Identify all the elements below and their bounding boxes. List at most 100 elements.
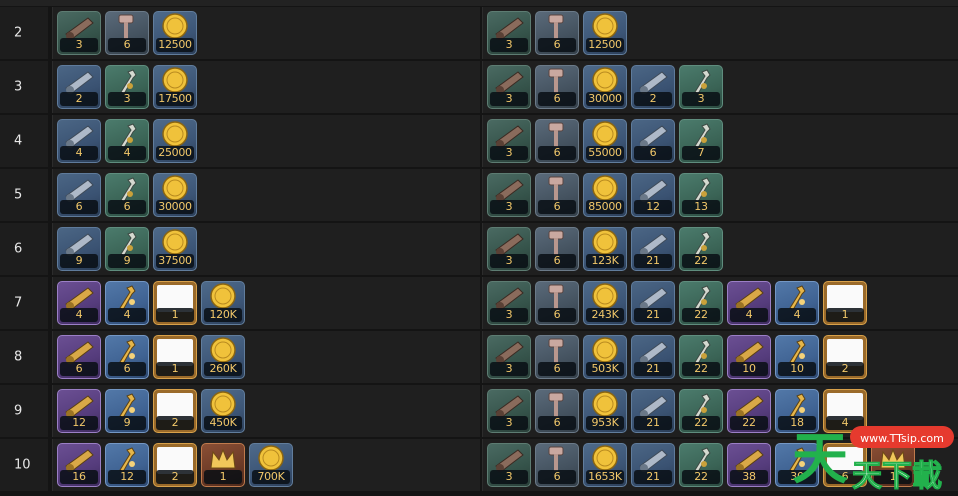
watermark-brand: 天下載 — [852, 459, 942, 494]
blank-card-icon[interactable]: 1 — [153, 335, 197, 379]
purple-cannon-icon[interactable]: 38 — [727, 443, 771, 487]
crown-icon[interactable]: 1 — [201, 443, 245, 487]
gold-coin-icon[interactable]: 503K — [583, 335, 627, 379]
cannon-icon[interactable]: 3 — [487, 227, 531, 271]
wrench-icon[interactable]: 6 — [105, 173, 149, 217]
gold-coin-icon[interactable]: 25000 — [153, 119, 197, 163]
wrench-icon[interactable]: 9 — [105, 227, 149, 271]
purple-cannon-icon[interactable]: 4 — [57, 281, 101, 325]
gold-coin-icon[interactable]: 30000 — [583, 65, 627, 109]
gold-wrench-icon[interactable]: 10 — [775, 335, 819, 379]
hammer-icon[interactable]: 6 — [105, 11, 149, 55]
gold-coin-icon[interactable]: 243K — [583, 281, 627, 325]
level-number: 6 — [14, 241, 23, 257]
cannon-icon[interactable]: 3 — [487, 335, 531, 379]
cannon-icon[interactable]: 3 — [487, 119, 531, 163]
table-header-strip — [0, 0, 958, 6]
purple-cannon-icon[interactable]: 10 — [727, 335, 771, 379]
hammer-icon[interactable]: 6 — [535, 11, 579, 55]
item-quantity: 22 — [682, 308, 720, 322]
wrench-icon[interactable]: 3 — [105, 65, 149, 109]
blue-cannon-icon[interactable]: 21 — [631, 281, 675, 325]
gold-coin-icon[interactable]: 450K — [201, 389, 245, 433]
item-quantity: 2 — [60, 92, 98, 106]
hammer-icon[interactable]: 6 — [535, 335, 579, 379]
gold-coin-icon[interactable]: 37500 — [153, 227, 197, 271]
level-cell: 4 — [0, 115, 48, 167]
blue-cannon-icon[interactable]: 2 — [57, 65, 101, 109]
hammer-icon[interactable]: 6 — [535, 389, 579, 433]
blank-card-icon[interactable]: 1 — [823, 281, 867, 325]
blue-cannon-icon[interactable]: 4 — [57, 119, 101, 163]
item-quantity: 6 — [60, 362, 98, 376]
wrench-icon[interactable]: 22 — [679, 281, 723, 325]
hammer-icon[interactable]: 6 — [535, 443, 579, 487]
level-cell: 9 — [0, 385, 48, 437]
item-quantity: 38 — [730, 470, 768, 484]
item-quantity: 21 — [634, 470, 672, 484]
purple-cannon-icon[interactable]: 16 — [57, 443, 101, 487]
blank-card-icon[interactable]: 2 — [153, 389, 197, 433]
gold-coin-icon[interactable]: 120K — [201, 281, 245, 325]
gold-coin-icon[interactable]: 700K — [249, 443, 293, 487]
item-quantity: 6 — [60, 200, 98, 214]
level-number: 7 — [14, 295, 23, 311]
gold-coin-icon[interactable]: 12500 — [153, 11, 197, 55]
blue-cannon-icon[interactable]: 21 — [631, 227, 675, 271]
blue-cannon-icon[interactable]: 2 — [631, 65, 675, 109]
gold-coin-icon[interactable]: 123K — [583, 227, 627, 271]
gold-wrench-icon[interactable]: 4 — [105, 281, 149, 325]
cannon-icon[interactable]: 3 — [57, 11, 101, 55]
gold-coin-icon[interactable]: 30000 — [153, 173, 197, 217]
gold-wrench-icon[interactable]: 12 — [105, 443, 149, 487]
hammer-icon[interactable]: 6 — [535, 65, 579, 109]
gold-wrench-icon[interactable]: 6 — [105, 335, 149, 379]
hammer-icon[interactable]: 6 — [535, 173, 579, 217]
wrench-icon[interactable]: 3 — [679, 65, 723, 109]
wrench-icon[interactable]: 22 — [679, 389, 723, 433]
blue-cannon-icon[interactable]: 21 — [631, 443, 675, 487]
wrench-icon[interactable]: 13 — [679, 173, 723, 217]
wrench-icon[interactable]: 4 — [105, 119, 149, 163]
hammer-icon[interactable]: 6 — [535, 281, 579, 325]
blue-cannon-icon[interactable]: 6 — [57, 173, 101, 217]
blue-cannon-icon[interactable]: 21 — [631, 335, 675, 379]
item-quantity: 6 — [538, 308, 576, 322]
purple-cannon-icon[interactable]: 22 — [727, 389, 771, 433]
item-quantity: 3 — [682, 92, 720, 106]
gold-coin-icon[interactable]: 953K — [583, 389, 627, 433]
purple-cannon-icon[interactable]: 4 — [727, 281, 771, 325]
gold-wrench-icon[interactable]: 4 — [775, 281, 819, 325]
wrench-icon[interactable]: 22 — [679, 227, 723, 271]
gold-wrench-icon[interactable]: 9 — [105, 389, 149, 433]
purple-cannon-icon[interactable]: 12 — [57, 389, 101, 433]
purple-cannon-icon[interactable]: 6 — [57, 335, 101, 379]
gold-coin-icon[interactable]: 17500 — [153, 65, 197, 109]
item-quantity: 123K — [586, 254, 624, 268]
wrench-icon[interactable]: 22 — [679, 443, 723, 487]
blue-cannon-icon[interactable]: 21 — [631, 389, 675, 433]
blank-card-icon[interactable]: 2 — [823, 335, 867, 379]
blue-cannon-icon[interactable]: 12 — [631, 173, 675, 217]
gold-coin-icon[interactable]: 260K — [201, 335, 245, 379]
gold-coin-icon[interactable]: 1653K — [583, 443, 627, 487]
cannon-icon[interactable]: 3 — [487, 173, 531, 217]
blank-card-icon[interactable]: 1 — [153, 281, 197, 325]
cannon-icon[interactable]: 3 — [487, 443, 531, 487]
blue-cannon-icon[interactable]: 9 — [57, 227, 101, 271]
item-quantity: 6 — [108, 38, 146, 52]
hammer-icon[interactable]: 6 — [535, 227, 579, 271]
level-number: 10 — [14, 457, 31, 473]
hammer-icon[interactable]: 6 — [535, 119, 579, 163]
cannon-icon[interactable]: 3 — [487, 65, 531, 109]
gold-coin-icon[interactable]: 12500 — [583, 11, 627, 55]
cannon-icon[interactable]: 3 — [487, 281, 531, 325]
gold-coin-icon[interactable]: 55000 — [583, 119, 627, 163]
gold-coin-icon[interactable]: 85000 — [583, 173, 627, 217]
blank-card-icon[interactable]: 2 — [153, 443, 197, 487]
blue-cannon-icon[interactable]: 6 — [631, 119, 675, 163]
cannon-icon[interactable]: 3 — [487, 11, 531, 55]
wrench-icon[interactable]: 7 — [679, 119, 723, 163]
wrench-icon[interactable]: 22 — [679, 335, 723, 379]
cannon-icon[interactable]: 3 — [487, 389, 531, 433]
